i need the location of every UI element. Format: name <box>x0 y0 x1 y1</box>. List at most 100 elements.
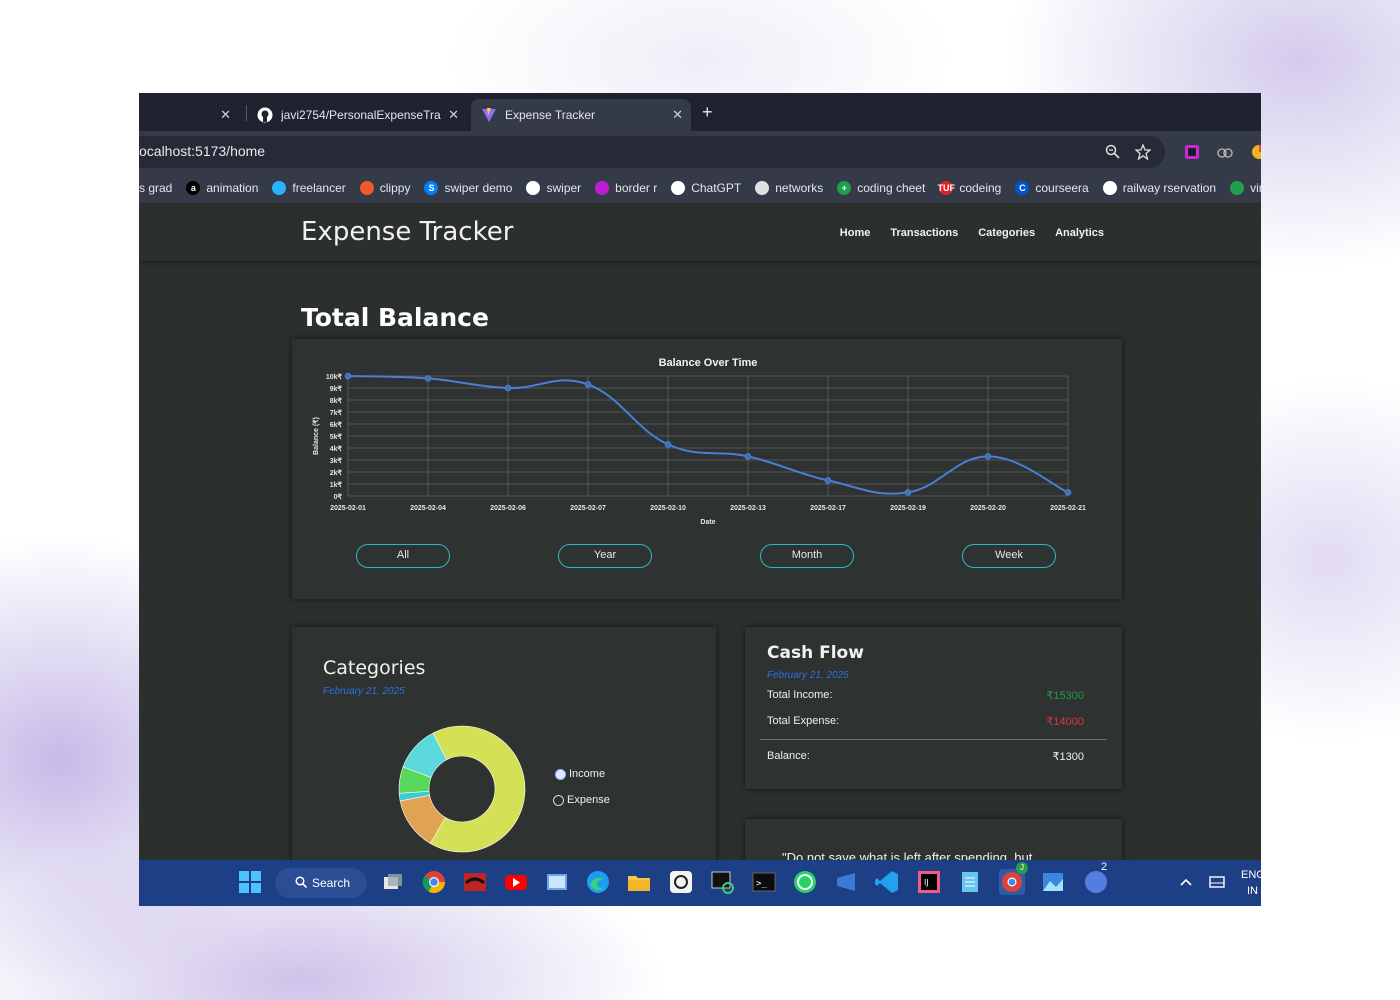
bookmark-item[interactable]: + coding cheet <box>837 181 925 195</box>
data-point <box>664 441 672 448</box>
balance-row: Balance: ₹1300 <box>767 750 1084 763</box>
region-indicator[interactable]: IN <box>1247 885 1258 897</box>
donut-slice[interactable] <box>429 725 526 853</box>
range-year-button[interactable]: Year <box>558 544 652 568</box>
legend-expense[interactable]: Expense <box>553 794 610 806</box>
task-view-icon[interactable] <box>380 869 406 895</box>
nav-home[interactable]: Home <box>840 227 871 239</box>
tab-title: javi2754/PersonalExpenseTrack <box>281 108 441 122</box>
x-tick-label: 2025-02-13 <box>730 505 766 512</box>
bookmark-item[interactable]: a animation <box>186 181 258 195</box>
bookmark-item[interactable]: border r <box>595 181 657 195</box>
nav-transactions[interactable]: Transactions <box>890 227 958 239</box>
bookmark-item[interactable]: TUF codeing <box>937 181 1001 195</box>
category-donut-chart <box>398 725 526 853</box>
zoom-icon[interactable] <box>1105 144 1120 163</box>
new-tab-button[interactable]: + <box>702 102 713 123</box>
chevron-up-icon[interactable] <box>1177 869 1195 895</box>
vite-icon <box>481 107 497 123</box>
address-bar[interactable]: ocalhost:5173/home <box>139 136 1165 168</box>
paint-icon[interactable] <box>1040 869 1066 895</box>
bookmark-label: virtu <box>1250 181 1261 195</box>
bookmark-icon <box>755 181 770 195</box>
cash-flow-date: February 21, 2025 <box>767 670 849 681</box>
legend-income[interactable]: Income <box>555 768 605 780</box>
data-point <box>984 453 992 460</box>
balance-label: Balance: <box>767 750 810 762</box>
data-point <box>904 489 912 496</box>
bookmark-star-icon[interactable] <box>1134 143 1152 164</box>
edge-icon[interactable] <box>585 869 611 895</box>
bookmark-item[interactable]: Sswiper demo <box>424 181 512 195</box>
bookmark-icon <box>595 181 610 195</box>
bookmark-item[interactable]: swiper <box>526 181 581 195</box>
github-icon <box>257 107 273 123</box>
y-tick-label: 5k₹ <box>330 433 343 441</box>
language-indicator[interactable]: ENG <box>1241 869 1261 881</box>
bookmark-item[interactable]: clippy <box>359 181 410 195</box>
range-week-button[interactable]: Week <box>962 544 1056 568</box>
extension-icon[interactable] <box>1184 144 1200 160</box>
income-radio[interactable] <box>555 768 566 780</box>
windows-start-icon[interactable] <box>237 869 263 895</box>
x-tick-label: 2025-02-19 <box>890 505 926 512</box>
range-all-button[interactable]: All <box>356 544 450 568</box>
search-label: Search <box>312 876 351 890</box>
app-title: Expense Tracker <box>301 217 514 247</box>
vscode-icon[interactable] <box>874 869 900 895</box>
data-point <box>744 453 752 460</box>
bookmark-label: s grad <box>139 181 173 195</box>
y-tick-label: 3k₹ <box>330 457 343 465</box>
terminal-c-icon[interactable] <box>709 869 735 895</box>
vs-icon[interactable] <box>833 869 859 895</box>
bookmark-item[interactable]: virtu <box>1230 181 1261 195</box>
svg-text:>_: >_ <box>756 879 767 889</box>
bookmark-item[interactable]: freelancer <box>272 181 346 195</box>
x-axis-label: Date <box>700 519 715 526</box>
extension-icon[interactable] <box>1251 144 1261 160</box>
tablet-mode-icon[interactable] <box>1207 869 1227 895</box>
bookmark-icon <box>671 181 686 195</box>
url-text[interactable]: ocalhost:5173/home <box>139 143 265 159</box>
bookmark-icon: C <box>1015 181 1030 195</box>
close-icon[interactable]: ✕ <box>448 107 459 123</box>
bookmark-item[interactable]: ChatGPT <box>671 181 741 195</box>
bookmark-item[interactable]: networks <box>755 181 823 195</box>
close-icon[interactable]: ✕ <box>672 107 683 123</box>
income-value: ₹15300 <box>1046 690 1084 702</box>
x-tick-label: 2025-02-10 <box>650 505 686 512</box>
file-explorer-icon[interactable] <box>626 869 652 895</box>
tab-github[interactable]: javi2754/PersonalExpenseTrack ✕ <box>247 99 467 131</box>
terminal-icon[interactable]: >_ <box>751 869 777 895</box>
taskbar-search[interactable]: Search <box>275 868 367 898</box>
y-axis-label: Balance (₹) <box>312 417 320 455</box>
bookmark-item[interactable]: Ccourseera <box>1015 181 1089 195</box>
extension-icon[interactable] <box>1217 144 1233 160</box>
y-tick-label: 9k₹ <box>330 385 343 393</box>
notepad-icon[interactable] <box>957 869 983 895</box>
legend-expense-label: Expense <box>567 794 610 806</box>
data-point <box>424 375 432 382</box>
bookmark-icon: TUF <box>937 181 956 195</box>
bookmark-item[interactable]: s grad <box>139 181 172 195</box>
y-tick-label: 4k₹ <box>330 445 343 453</box>
cash-flow-card: Cash Flow February 21, 2025 Total Income… <box>745 627 1122 789</box>
nav-analytics[interactable]: Analytics <box>1055 227 1104 239</box>
photos-icon[interactable] <box>544 869 570 895</box>
nav-categories[interactable]: Categories <box>978 227 1035 239</box>
game-icon[interactable] <box>462 869 488 895</box>
chatgpt-app-icon[interactable] <box>668 869 694 895</box>
bookmark-item[interactable]: railway rservation <box>1102 181 1216 195</box>
chart-title: Balance Over Time <box>659 357 758 369</box>
data-point <box>504 384 512 392</box>
whatsapp-icon[interactable] <box>792 869 818 895</box>
expense-radio[interactable] <box>553 794 564 806</box>
youtube-icon[interactable] <box>503 869 529 895</box>
close-icon[interactable]: ✕ <box>220 107 231 123</box>
tab-partial[interactable]: ✕ <box>139 99 239 131</box>
intellij-icon[interactable]: IJ <box>916 869 942 895</box>
chrome-icon[interactable] <box>421 869 447 895</box>
bookmark-icon <box>526 181 541 195</box>
tab-expense-tracker[interactable]: Expense Tracker ✕ <box>471 99 691 131</box>
range-month-button[interactable]: Month <box>760 544 854 568</box>
